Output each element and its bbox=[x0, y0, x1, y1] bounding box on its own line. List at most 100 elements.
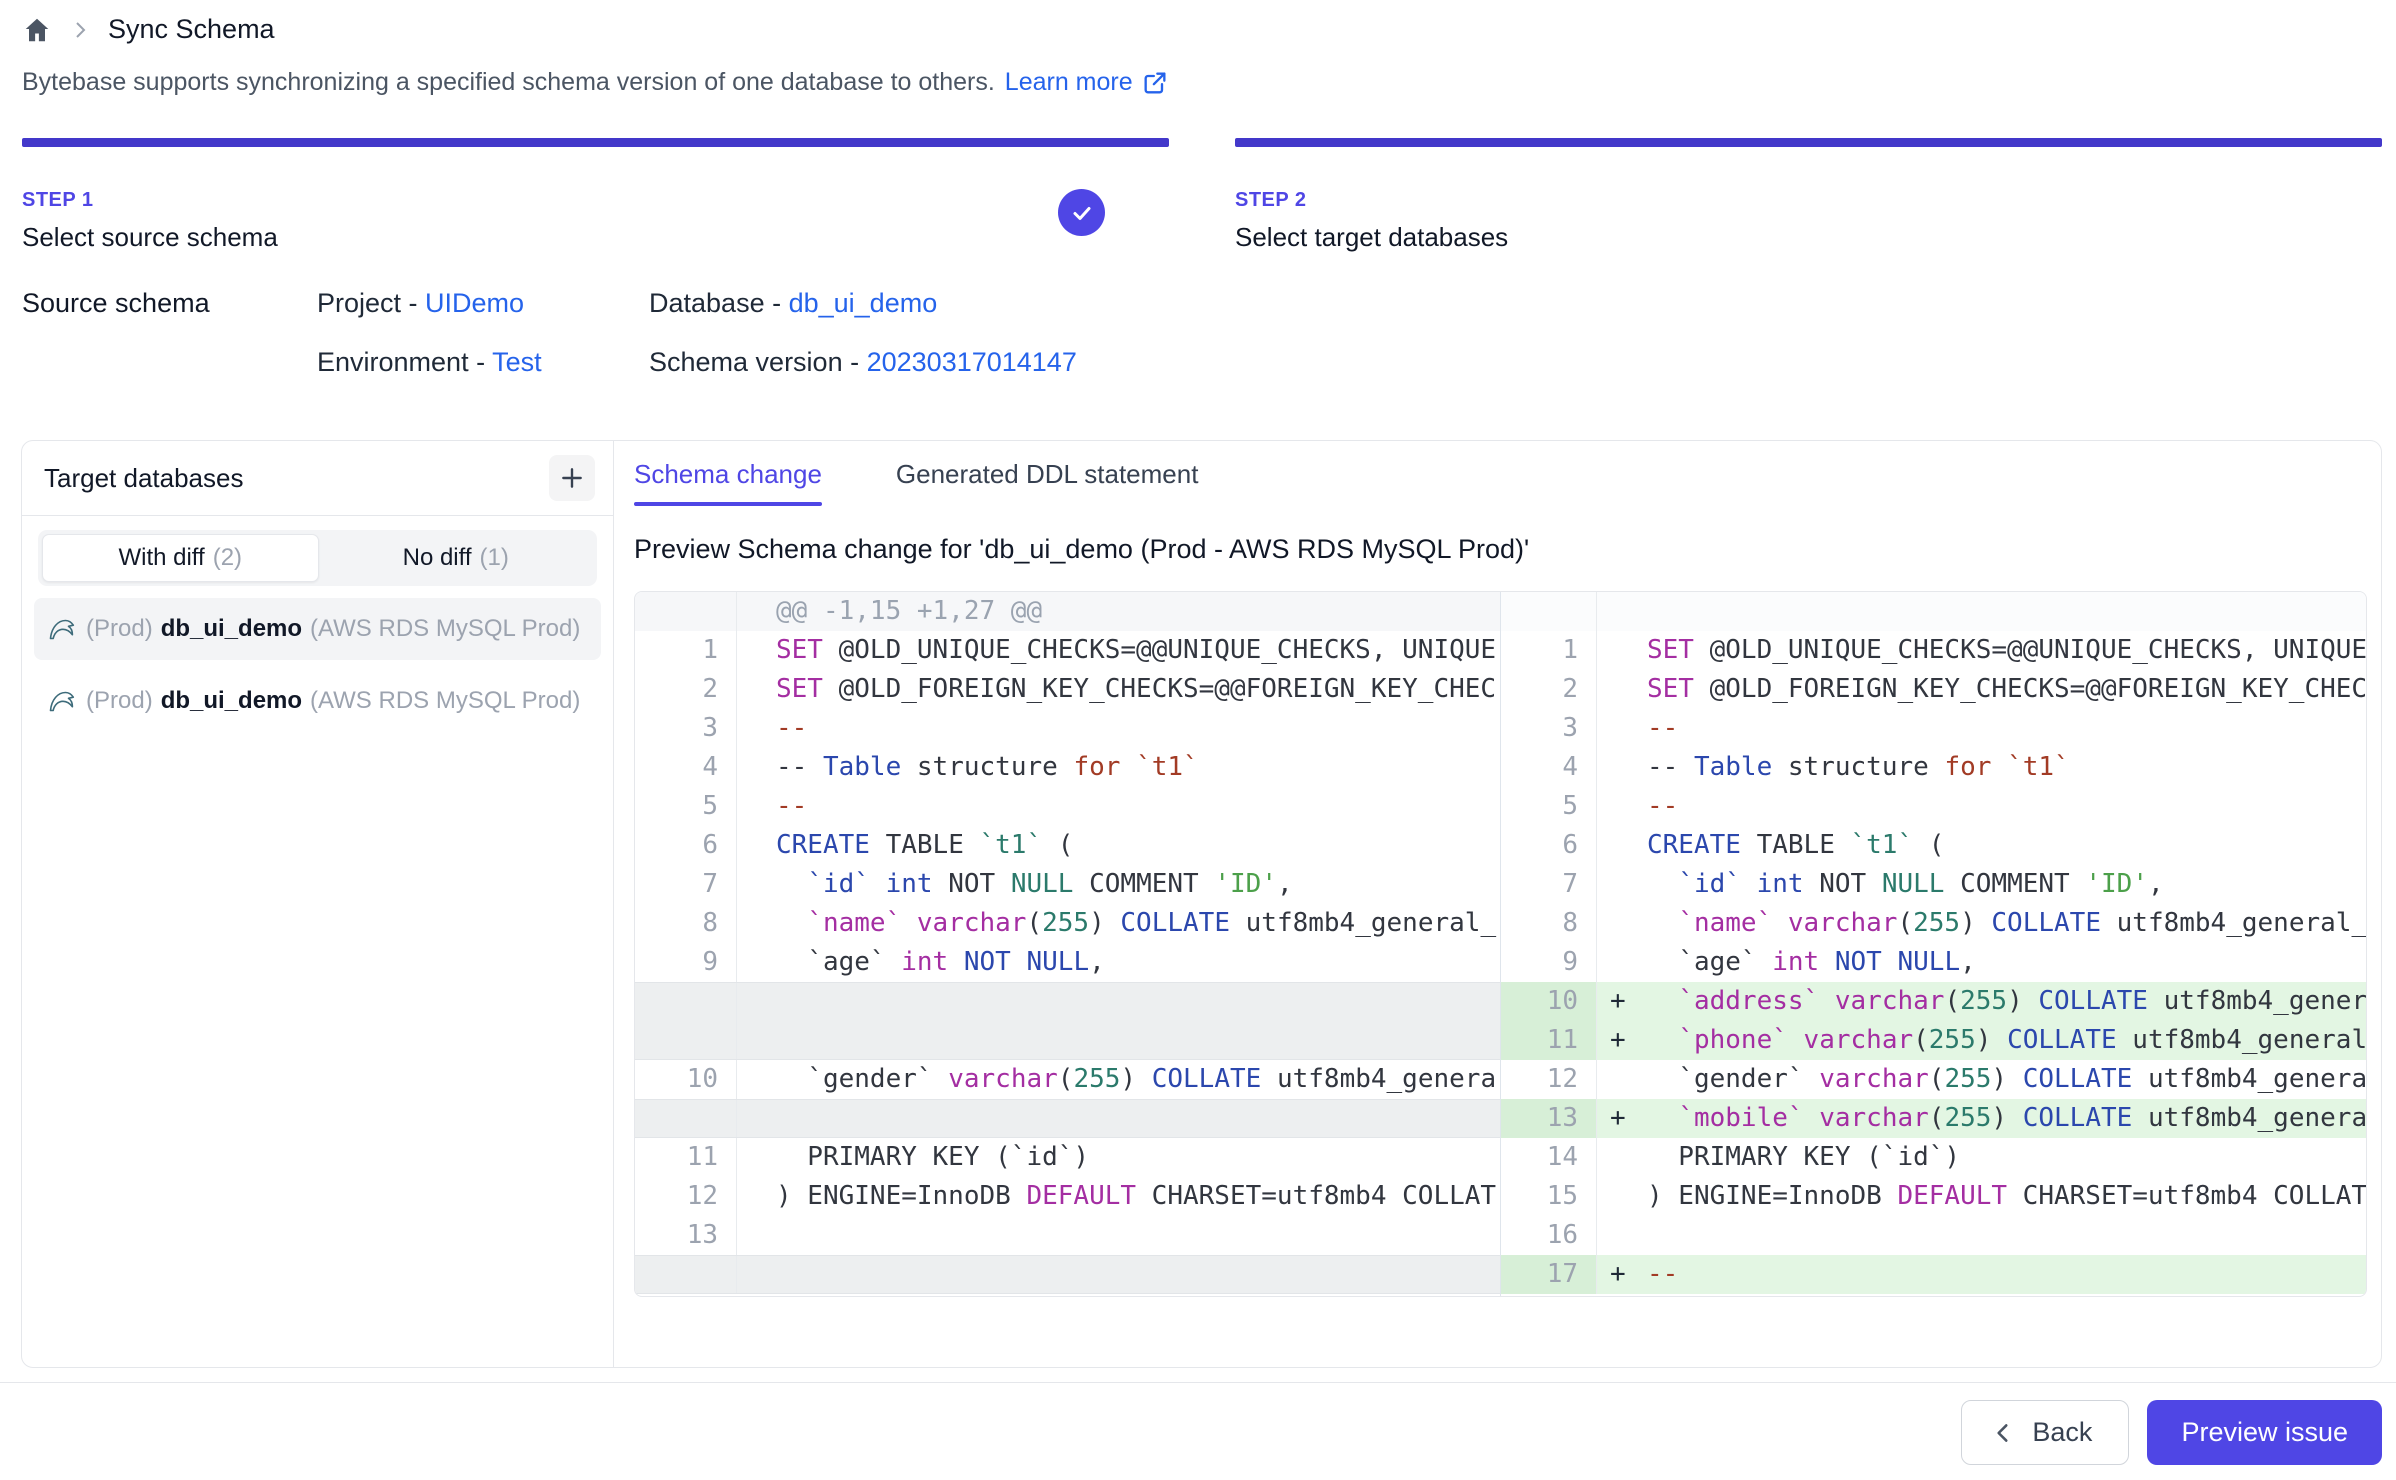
diff-row: 6CREATE TABLE `t1` ( bbox=[1501, 826, 2366, 865]
footer-actions: Back Preview issue bbox=[1961, 1400, 2382, 1465]
with-diff-count: (2) bbox=[213, 544, 242, 572]
step-2-label: STEP 2 bbox=[1235, 189, 1508, 212]
diff-row bbox=[635, 1255, 1500, 1294]
database-item[interactable]: (Prod)db_ui_demo(AWS RDS MySQL Prod) bbox=[34, 670, 601, 732]
target-databases-title: Target databases bbox=[44, 463, 243, 494]
diff-row: 4-- Table structure for `t1` bbox=[635, 748, 1500, 787]
diff-pane-source[interactable]: @@ -1,15 +1,27 @@1SET @OLD_UNIQUE_CHECKS… bbox=[635, 592, 1500, 1296]
diff-row bbox=[635, 982, 1500, 1060]
database-environment: (Prod) bbox=[86, 687, 153, 715]
with-diff-label: With diff bbox=[118, 544, 204, 572]
diff-row: 9 `age` int NOT NULL, bbox=[635, 943, 1500, 982]
environment-link[interactable]: Test bbox=[492, 347, 542, 377]
breadcrumb-chevron-icon bbox=[68, 18, 92, 42]
database-item[interactable]: (Prod) db_ui_demo (AWS RDS MySQL Prod) bbox=[34, 598, 601, 660]
sync-schema-page: Sync Schema Bytebase supports synchroniz… bbox=[0, 0, 2396, 1480]
preview-tabs: Schema change Generated DDL statement bbox=[634, 459, 2371, 506]
step-2-title: Select target databases bbox=[1235, 222, 1508, 253]
preview-issue-button[interactable]: Preview issue bbox=[2147, 1400, 2382, 1465]
diff-row: 7 `id` int NOT NULL COMMENT 'ID', bbox=[1501, 865, 2366, 904]
diff-row: 16 bbox=[1501, 1216, 2366, 1255]
step-1-title: Select source schema bbox=[22, 222, 278, 253]
workspace-panel: Target databases With diff (2) No diff (… bbox=[21, 440, 2382, 1368]
source-environment-field: Environment - Test bbox=[317, 347, 649, 378]
learn-more-label: Learn more bbox=[1005, 68, 1133, 97]
diff-row: 2SET @OLD_FOREIGN_KEY_CHECKS=@@FOREIGN_K… bbox=[635, 670, 1500, 709]
diff-row: 8 `name` varchar(255) COLLATE utf8mb4_ge… bbox=[635, 904, 1500, 943]
schema-version-link[interactable]: 20230317014147 bbox=[867, 347, 1077, 377]
schema-version-label: Schema version - bbox=[649, 347, 859, 377]
project-link[interactable]: UIDemo bbox=[425, 288, 524, 318]
schema-diff-viewer: @@ -1,15 +1,27 @@1SET @OLD_UNIQUE_CHECKS… bbox=[634, 591, 2367, 1297]
diff-row: 5-- bbox=[1501, 787, 2366, 826]
step-indicator: STEP 1 Select source schema STEP 2 Selec… bbox=[22, 138, 2382, 253]
chevron-left-icon bbox=[1990, 1420, 2016, 1446]
diff-row: 12 `gender` varchar(255) COLLATE utf8mb4… bbox=[1501, 1060, 2366, 1099]
back-button[interactable]: Back bbox=[1961, 1400, 2129, 1465]
intro: Bytebase supports synchronizing a specif… bbox=[22, 68, 1169, 97]
step-1-complete-check-icon bbox=[1058, 189, 1105, 236]
diff-row: 17+-- bbox=[1501, 1255, 2366, 1294]
project-label: Project - bbox=[317, 288, 418, 318]
breadcrumb: Sync Schema bbox=[22, 14, 275, 45]
database-instance: (AWS RDS MySQL Prod) bbox=[310, 687, 580, 715]
preview-title: Preview Schema change for 'db_ui_demo (P… bbox=[634, 534, 2371, 565]
plus-icon bbox=[559, 465, 585, 491]
tab-schema-change[interactable]: Schema change bbox=[634, 459, 822, 506]
diff-row: 1SET @OLD_UNIQUE_CHECKS=@@UNIQUE_CHECKS,… bbox=[635, 631, 1500, 670]
diff-row: 8 `name` varchar(255) COLLATE utf8mb4_ge… bbox=[1501, 904, 2366, 943]
target-databases-panel: Target databases With diff (2) No diff (… bbox=[22, 441, 614, 1367]
step-1-progress-bar bbox=[22, 138, 1169, 147]
diff-filter-tabs: With diff (2) No diff (1) bbox=[38, 530, 597, 586]
no-diff-label: No diff bbox=[403, 544, 472, 572]
tab-generated-ddl[interactable]: Generated DDL statement bbox=[896, 459, 1199, 506]
mysql-icon bbox=[46, 685, 78, 717]
diff-row bbox=[635, 1099, 1500, 1138]
preview-issue-label: Preview issue bbox=[2181, 1417, 2348, 1448]
diff-pane-target[interactable]: 1SET @OLD_UNIQUE_CHECKS=@@UNIQUE_CHECKS,… bbox=[1500, 592, 2366, 1296]
intro-text: Bytebase supports synchronizing a specif… bbox=[22, 68, 995, 97]
back-label: Back bbox=[2032, 1417, 2092, 1448]
no-diff-count: (1) bbox=[480, 544, 509, 572]
mysql-icon bbox=[46, 613, 78, 645]
page-title: Sync Schema bbox=[108, 14, 275, 45]
step-2: STEP 2 Select target databases bbox=[1235, 138, 2382, 253]
diff-row: 5-- bbox=[635, 787, 1500, 826]
diff-row: 4-- Table structure for `t1` bbox=[1501, 748, 2366, 787]
diff-row: 15) ENGINE=InnoDB DEFAULT CHARSET=utf8mb… bbox=[1501, 1177, 2366, 1216]
diff-row: 3-- bbox=[1501, 709, 2366, 748]
diff-row: 10+ `address` varchar(255) COLLATE utf8m… bbox=[1501, 982, 2366, 1021]
diff-row: 11+ `phone` varchar(255) COLLATE utf8mb4… bbox=[1501, 1021, 2366, 1060]
tab-no-diff[interactable]: No diff (1) bbox=[319, 534, 594, 582]
diff-row: 1SET @OLD_UNIQUE_CHECKS=@@UNIQUE_CHECKS,… bbox=[1501, 631, 2366, 670]
diff-row: 7 `id` int NOT NULL COMMENT 'ID', bbox=[635, 865, 1500, 904]
source-project-field: Project - UIDemo bbox=[317, 288, 649, 319]
diff-row: 6CREATE TABLE `t1` ( bbox=[635, 826, 1500, 865]
database-link[interactable]: db_ui_demo bbox=[789, 288, 938, 318]
source-schema-version-field: Schema version - 20230317014147 bbox=[649, 347, 1077, 378]
database-instance: (AWS RDS MySQL Prod) bbox=[310, 615, 580, 643]
tab-with-diff[interactable]: With diff (2) bbox=[42, 534, 319, 582]
diff-row: 12) ENGINE=InnoDB DEFAULT CHARSET=utf8mb… bbox=[635, 1177, 1500, 1216]
source-database-field: Database - db_ui_demo bbox=[649, 288, 1077, 319]
source-schema-label: Source schema bbox=[22, 288, 317, 319]
footer-divider bbox=[0, 1382, 2396, 1383]
step-2-progress-bar bbox=[1235, 138, 2382, 147]
add-target-database-button[interactable] bbox=[549, 455, 595, 501]
diff-row: 13 bbox=[635, 1216, 1500, 1255]
database-environment: (Prod) bbox=[86, 615, 153, 643]
learn-more-link[interactable]: Learn more bbox=[1005, 68, 1169, 97]
home-icon[interactable] bbox=[22, 15, 52, 45]
diff-row: 10 `gender` varchar(255) COLLATE utf8mb4… bbox=[635, 1060, 1500, 1099]
step-1: STEP 1 Select source schema bbox=[22, 138, 1169, 253]
target-database-list: (Prod) db_ui_demo (AWS RDS MySQL Prod) (Pro… bbox=[22, 586, 613, 744]
diff-row: 11 PRIMARY KEY (`id`) bbox=[635, 1138, 1500, 1177]
database-label: Database - bbox=[649, 288, 781, 318]
step-1-label: STEP 1 bbox=[22, 189, 278, 212]
diff-row: 13+ `mobile` varchar(255) COLLATE utf8mb… bbox=[1501, 1099, 2366, 1138]
diff-row: 2SET @OLD_FOREIGN_KEY_CHECKS=@@FOREIGN_K… bbox=[1501, 670, 2366, 709]
diff-row: @@ -1,15 +1,27 @@ bbox=[635, 592, 1500, 631]
database-name: db_ui_demo bbox=[161, 615, 302, 643]
external-link-icon bbox=[1141, 69, 1169, 97]
diff-row: 14 PRIMARY KEY (`id`) bbox=[1501, 1138, 2366, 1177]
